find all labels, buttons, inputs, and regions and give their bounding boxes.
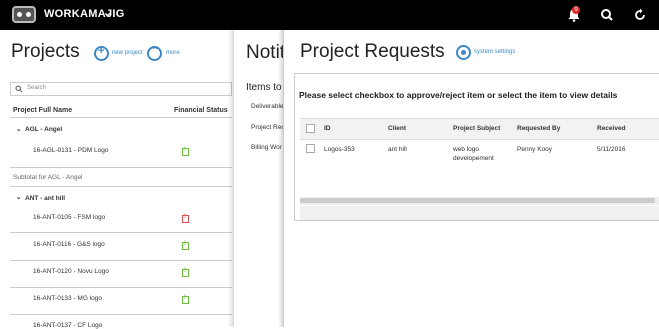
project-row[interactable]: 16-AGL-0131 - PDM Logo	[33, 147, 109, 154]
notification-badge: 9	[572, 6, 580, 14]
notifications-subtitle: Items to	[246, 82, 282, 93]
system-settings-link[interactable]: system settings	[474, 49, 515, 55]
refresh-icon[interactable]	[632, 7, 648, 23]
financial-status-icon	[182, 268, 189, 277]
financial-status-icon	[182, 295, 189, 304]
divider	[10, 287, 232, 288]
project-row[interactable]: 16-ANT-0137 - CF Logo	[33, 322, 102, 329]
financial-status-icon	[182, 241, 189, 250]
more-link[interactable]: more	[166, 50, 180, 56]
search-icon[interactable]	[599, 7, 615, 23]
project-row[interactable]: 16-ANT-0120 - Novu Logo	[33, 268, 109, 275]
row-checkbox[interactable]	[306, 144, 315, 153]
request-subject-line1[interactable]: web logo	[453, 146, 479, 153]
column-header-received[interactable]: Received	[597, 125, 626, 132]
robot-logo-icon[interactable]	[12, 6, 36, 23]
requests-title: Project Requests	[300, 41, 445, 62]
column-header-project-subject[interactable]: Project Subject	[453, 125, 500, 132]
top-bar: WORKAMAJIG ⌄ 9	[0, 0, 659, 30]
more-button[interactable]: ···	[147, 44, 162, 61]
table-footer	[300, 206, 659, 220]
column-header-name[interactable]: Project Full Name	[13, 107, 72, 114]
group-header[interactable]: ANT - ant hill	[25, 195, 65, 202]
page-title: Projects	[11, 41, 80, 62]
divider	[10, 232, 232, 233]
scrollbar-thumb[interactable]	[300, 198, 655, 203]
financial-status-icon	[182, 214, 189, 223]
column-header-financial-status[interactable]: Financial Status	[174, 107, 228, 114]
project-row[interactable]: 16-ANT-0133 - MG logo	[33, 295, 102, 302]
project-row[interactable]: 16-ANT-0116 - G&S logo	[33, 241, 105, 248]
divider	[10, 117, 232, 118]
divider	[10, 167, 232, 168]
request-requested-by[interactable]: Penny Kooy	[517, 146, 552, 153]
divider	[10, 260, 232, 261]
new-project-button[interactable]: +	[94, 45, 109, 61]
project-requests-panel: Project Requests system settings Please …	[283, 30, 659, 327]
column-header-requested-by[interactable]: Requested By	[517, 125, 560, 132]
request-id[interactable]: Logos-353	[324, 146, 355, 153]
column-header-id[interactable]: ID	[324, 125, 331, 132]
project-row[interactable]: 16-ANT-0105 - FSM logo	[33, 214, 105, 221]
financial-status-icon	[182, 147, 189, 156]
request-received[interactable]: 5/11/2016	[597, 146, 625, 153]
search-placeholder: Search	[27, 85, 47, 91]
gear-icon[interactable]	[456, 45, 471, 60]
projects-panel: Projects + new project ··· more Search P…	[0, 30, 232, 329]
instruction-message: Please select checkbox to approve/reject…	[299, 90, 618, 100]
divider	[10, 314, 232, 315]
brand-name[interactable]: WORKAMAJIG	[44, 8, 125, 20]
chevron-down-icon[interactable]: ⌄	[103, 6, 112, 19]
request-client[interactable]: ant hill	[388, 146, 407, 153]
search-icon	[15, 85, 23, 93]
request-subject-line2[interactable]: developement	[453, 155, 494, 162]
select-all-checkbox[interactable]	[306, 124, 315, 133]
group-header[interactable]: AGL - Angel	[25, 126, 62, 133]
group-toggle-icon[interactable]: ⌄	[16, 193, 21, 201]
new-project-link[interactable]: new project	[112, 50, 143, 56]
column-header-client[interactable]: Client	[388, 125, 406, 132]
subtotal-row: Subtotal for AGL - Angel	[13, 174, 83, 181]
divider	[10, 186, 232, 187]
group-toggle-icon[interactable]: ⌄	[16, 125, 21, 133]
